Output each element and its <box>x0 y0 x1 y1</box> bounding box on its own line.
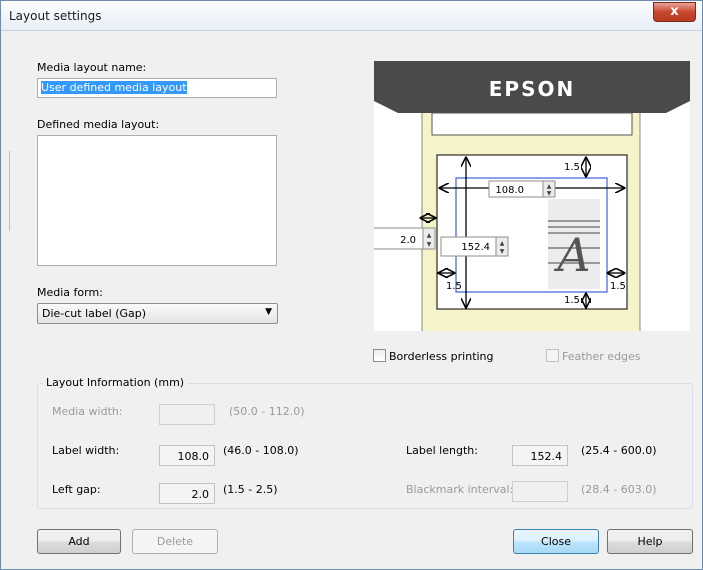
media-width-label: Media width: <box>52 405 123 418</box>
spin-down-icon[interactable]: ▼ <box>500 248 505 255</box>
left-edge-divider <box>9 151 10 231</box>
delete-button[interactable]: Delete <box>132 529 218 554</box>
label-length-label: Label length: <box>406 444 478 457</box>
media-width-range: (50.0 - 112.0) <box>229 405 305 418</box>
label-width-spinner[interactable]: 108.0 ▲ ▼ <box>488 180 556 198</box>
spin-down-icon[interactable]: ▼ <box>547 190 552 197</box>
spin-down-icon[interactable]: ▼ <box>427 241 432 248</box>
right-margin-value: 1.5 <box>610 281 626 292</box>
media-width-field[interactable] <box>159 404 215 425</box>
top-margin-value: 1.5 <box>564 162 580 173</box>
title-bar[interactable]: Layout settings x <box>1 1 702 31</box>
media-layout-name-input[interactable]: User defined media layout <box>37 78 277 98</box>
glyph-letter: A <box>553 228 590 282</box>
layout-information-title: Layout Information (mm) <box>43 376 188 389</box>
text-glyph-icon: A <box>548 199 600 289</box>
media-form-select[interactable]: Die-cut label (Gap) ▼ <box>37 303 278 324</box>
label-width-spinner-value: 108.0 <box>495 185 524 196</box>
spin-up-icon[interactable]: ▲ <box>500 240 505 247</box>
printer-slot <box>431 112 633 136</box>
left-gap-spinner-value: 2.0 <box>400 235 416 246</box>
media-form-label: Media form: <box>37 286 103 299</box>
blackmark-interval-range: (28.4 - 603.0) <box>581 483 657 496</box>
layout-preview: EPSON 1.5 1.5 1.5 1.5 108.0 ▲ ▼ 2.0 ▲ ▼ <box>374 61 690 331</box>
window-title: Layout settings <box>9 9 102 23</box>
label-length-range: (25.4 - 600.0) <box>581 444 657 457</box>
media-form-selected: Die-cut label (Gap) <box>42 307 147 320</box>
chevron-down-icon: ▼ <box>265 307 272 317</box>
defined-media-layout-list[interactable] <box>37 135 277 266</box>
label-length-spinner[interactable]: 152.4 ▲ ▼ <box>440 236 509 257</box>
add-button[interactable]: Add <box>37 529 121 554</box>
printer-brand: EPSON <box>489 77 575 101</box>
blackmark-interval-label: Blackmark interval: <box>406 483 514 496</box>
label-length-field: 152.4 <box>512 445 568 466</box>
label-width-range: (46.0 - 108.0) <box>223 444 299 457</box>
label-width-field: 108.0 <box>159 445 215 466</box>
label-length-spinner-value: 152.4 <box>461 242 490 253</box>
spin-up-icon[interactable]: ▲ <box>427 232 432 239</box>
media-layout-name-label: Media layout name: <box>37 61 147 74</box>
defined-media-layout-label: Defined media layout: <box>37 118 160 131</box>
blackmark-interval-field[interactable] <box>512 481 568 502</box>
bottom-margin-value: 1.5 <box>564 295 580 306</box>
layout-settings-window: Layout settings x Media layout name: Use… <box>0 0 703 570</box>
borderless-printing-label[interactable]: Borderless printing <box>389 350 494 363</box>
spin-up-icon[interactable]: ▲ <box>547 183 552 190</box>
left-gap-field: 2.0 <box>159 483 215 504</box>
left-gap-label: Left gap: <box>52 483 101 496</box>
label-width-label: Label width: <box>52 444 120 457</box>
left-gap-range: (1.5 - 2.5) <box>223 483 278 496</box>
borderless-printing-checkbox[interactable] <box>373 349 386 362</box>
window-close-button[interactable]: x <box>653 2 696 22</box>
left-margin-value: 1.5 <box>446 281 462 292</box>
feather-edges-label: Feather edges <box>562 350 641 363</box>
feather-edges-checkbox[interactable] <box>546 349 559 362</box>
left-gap-spinner[interactable]: 2.0 ▲ ▼ <box>374 227 436 250</box>
help-button[interactable]: Help <box>607 529 693 554</box>
close-button[interactable]: Close <box>513 529 599 554</box>
media-layout-name-value: User defined media layout <box>41 81 187 94</box>
